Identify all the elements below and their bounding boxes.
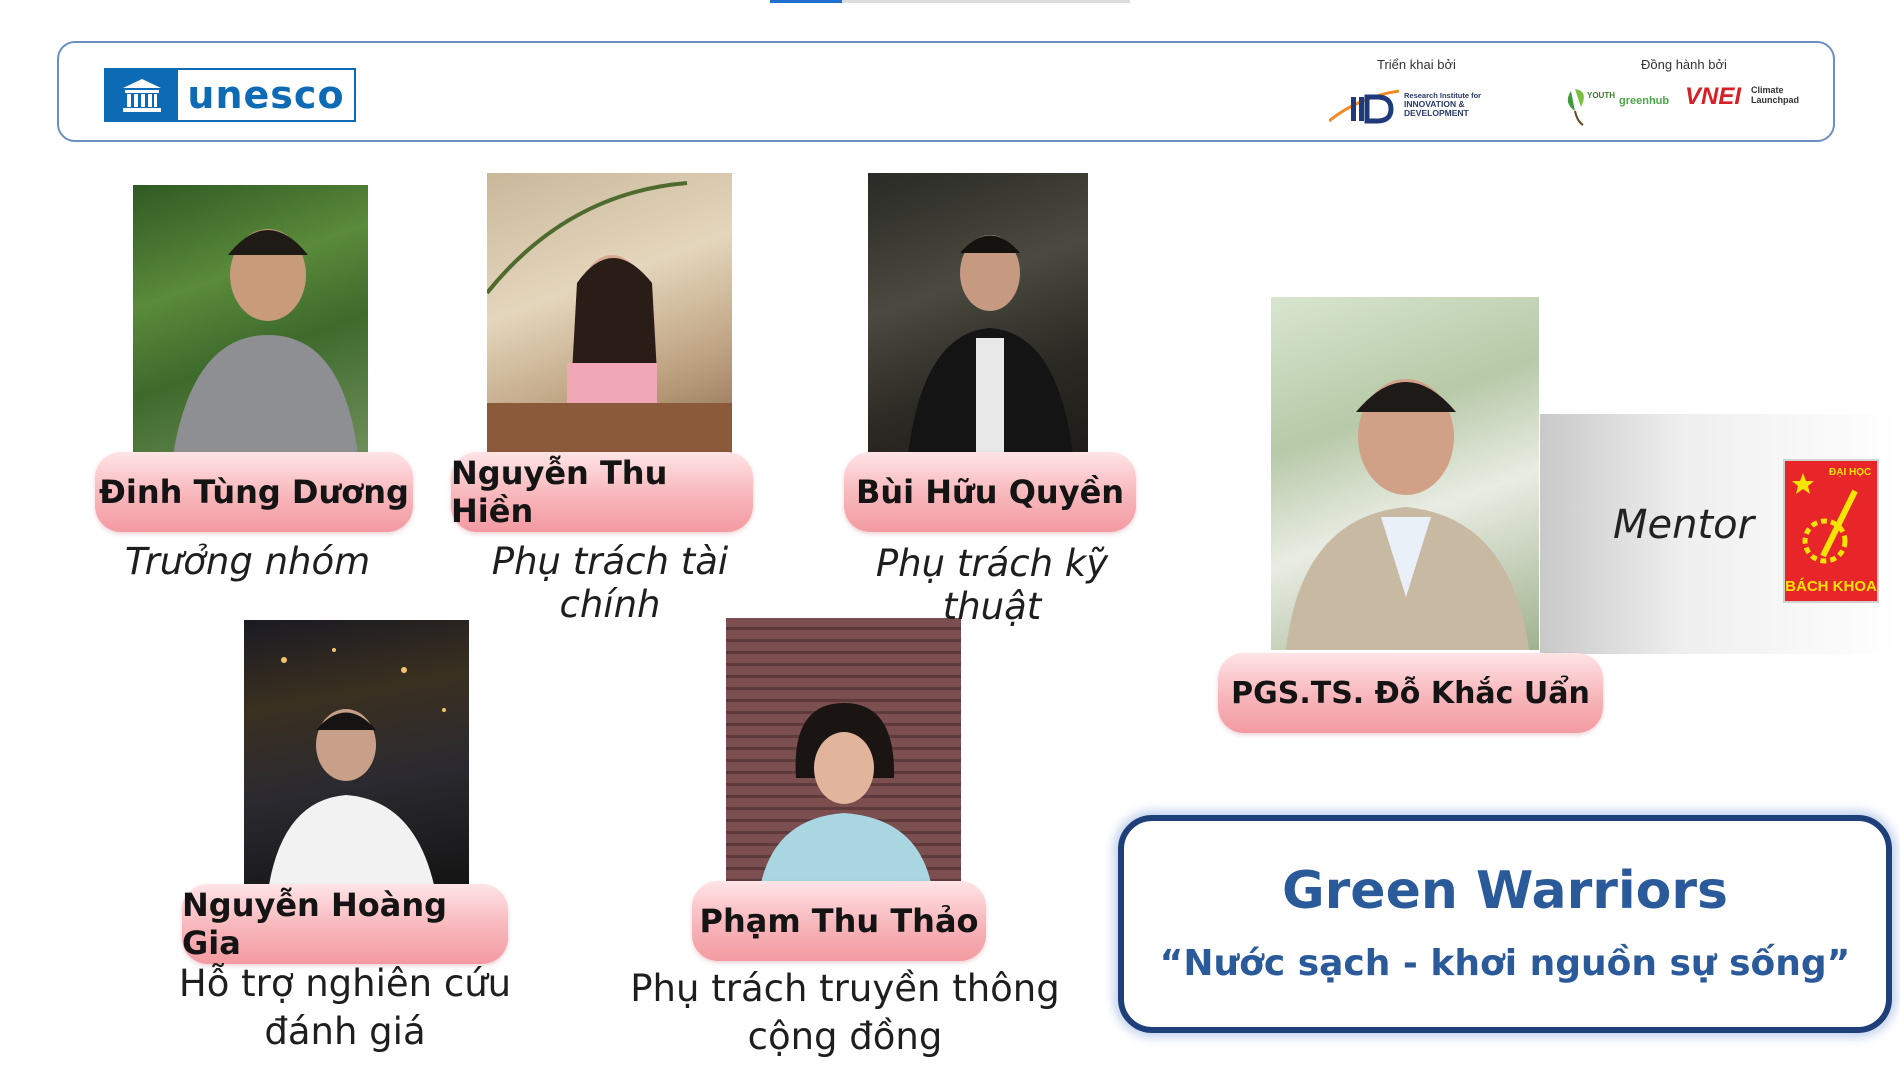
header-logo-bar: unesco Triển khai bởi Đồng hành bởi Rese… [57,41,1835,142]
sponsor-label: Triển khai bởi [1377,57,1456,72]
university-line-2: BÁCH KHOA [1785,578,1877,595]
member-photo-1 [133,185,368,455]
member-name-5: Phạm Thu Thảo [692,881,986,961]
youth-network-logo: YOUTH [1561,81,1615,129]
person-icon [173,229,358,455]
greenhub-logo: greenhub [1619,95,1670,107]
mentor-name: PGS.TS. Đỗ Khắc Uẩn [1218,653,1603,733]
member-photo-5 [726,618,961,883]
iid-text: Research Institute for INNOVATION & DEVE… [1404,91,1482,118]
member-role-4: Hỗ trợ nghiên cứu đánh giá [178,962,512,1053]
temple-icon [106,70,178,120]
team-title: Green Warriors [1281,861,1728,921]
member-role-3: Phụ trách kỹ thuật [875,542,1109,628]
member-role-2: Phụ trách tài chính [491,540,729,626]
leaf-icon [1567,89,1584,126]
mentor-label: Mentor [1613,502,1755,548]
mentor-photo [1271,297,1539,650]
member-role-1: Trưởng nhóm [124,540,371,583]
university-line-1: ĐẠI HỌC [1829,467,1872,478]
person-icon [908,235,1073,455]
member-name-3: Bùi Hữu Quyền [844,452,1136,532]
vnei-logo: VNEI [1685,83,1742,110]
team-info-box: Green Warriors “Nước sạch - khơi nguồn s… [1118,815,1892,1033]
member-role-5: Phụ trách truyền thông cộng đồng [630,967,1060,1058]
climate-launchpad-logo: Climate Launchpad [1751,85,1800,105]
slide-progress-bar [770,0,1130,3]
unesco-wordmark: unesco [187,73,345,117]
unesco-logo: unesco [104,68,356,122]
team-slogan: “Nước sạch - khơi nguồn sự sống” [1159,943,1851,984]
member-name-1: Đinh Tùng Dương [95,452,413,532]
partners-label: Đồng hành bởi [1641,57,1727,72]
member-name-2: Nguyễn Thu Hiền [451,452,753,532]
member-photo-4 [244,620,469,885]
slide-progress-fill [770,0,842,3]
person-icon [1286,379,1529,650]
person-icon [761,703,931,883]
bach-khoa-logo: ĐẠI HỌC BÁCH KHOA [1783,459,1879,603]
person-icon [487,181,732,455]
member-photo-3 [868,173,1088,455]
member-photo-2 [487,173,732,455]
person-icon [269,648,446,885]
member-name-4: Nguyễn Hoàng Gia [182,884,508,964]
